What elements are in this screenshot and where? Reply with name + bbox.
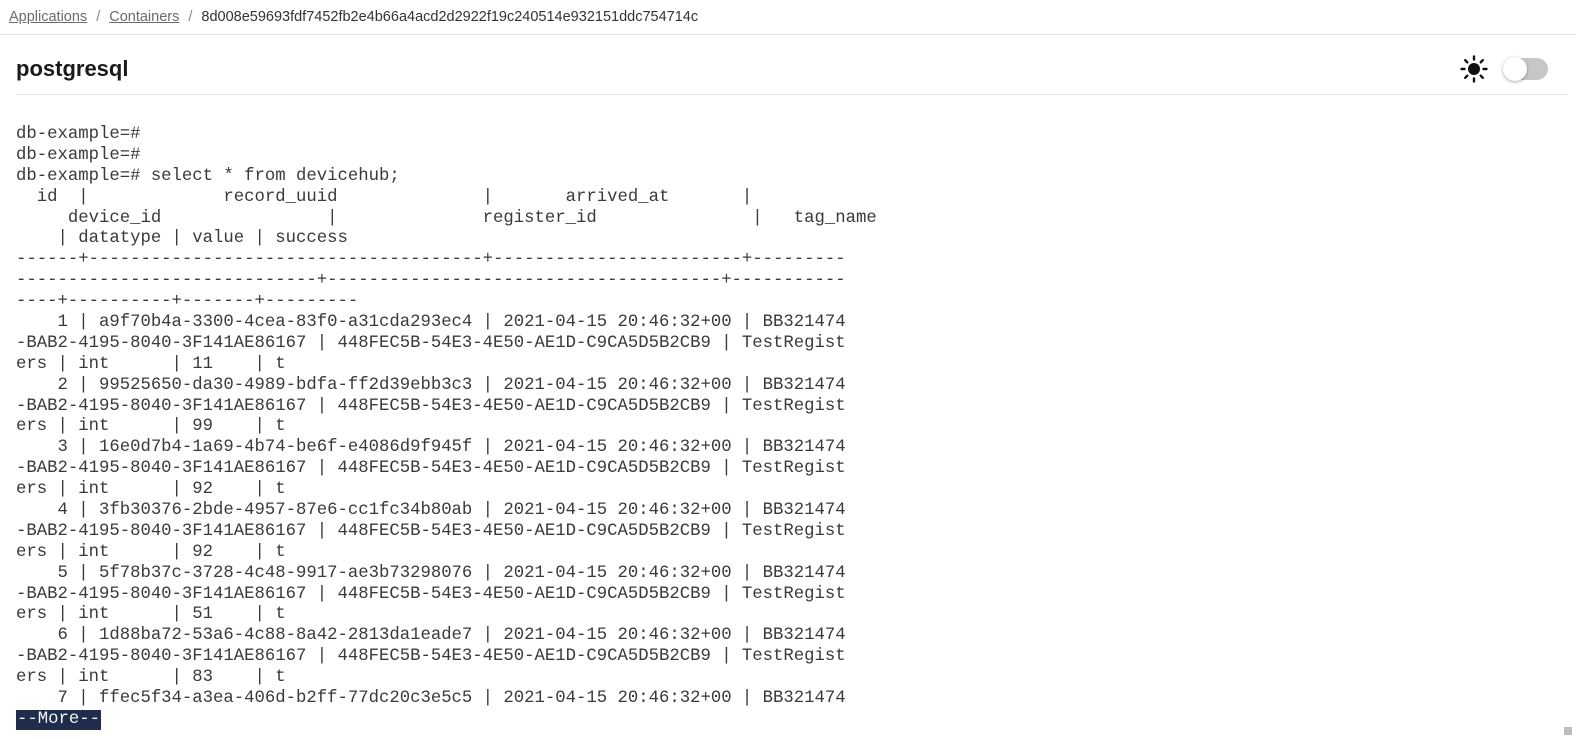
breadcrumb-link-containers[interactable]: Containers xyxy=(109,9,179,25)
terminal-line: db-example=# xyxy=(16,145,141,165)
breadcrumb-link-applications[interactable]: Applications xyxy=(9,9,87,25)
terminal-line: -BAB2-4195-8040-3F141AE86167 | 448FEC5B-… xyxy=(16,521,846,541)
terminal-line: 6 | 1d88ba72-53a6-4c88-8a42-2813da1eade7… xyxy=(16,626,846,646)
terminal-line: device_id | register_id | tag_name xyxy=(16,208,877,228)
breadcrumb-current-container-id: 8d008e59693fdf7452fb2e4b66a4acd2d2922f19… xyxy=(201,9,699,25)
terminal-line: id | record_uuid | arrived_at | xyxy=(16,187,753,207)
sun-icon xyxy=(1460,55,1488,83)
terminal-line: db-example=# select * from devicehub; xyxy=(16,166,400,186)
terminal-line: db-example=# xyxy=(16,125,141,144)
terminal-line: -BAB2-4195-8040-3F141AE86167 | 448FEC5B-… xyxy=(16,584,846,604)
terminal-line: 3 | 16e0d7b4-1a69-4b74-be6f-e4086d9f945f… xyxy=(16,438,846,458)
breadcrumb: Applications / Containers / 8d008e59693f… xyxy=(0,0,1576,35)
terminal-line: 4 | 3fb30376-2bde-4957-87e6-cc1fc34b80ab… xyxy=(16,501,846,521)
terminal-line: 1 | a9f70b4a-3300-4cea-83f0-a31cda293ec4… xyxy=(16,313,846,333)
terminal-line: ers | int | 11 | t xyxy=(16,354,286,374)
terminal-line: | datatype | value | success xyxy=(16,229,348,249)
terminal-line: 7 | ffec5f34-a3ea-406d-b2ff-77dc20c3e5c5… xyxy=(16,689,846,709)
terminal-line: ------+---------------------------------… xyxy=(16,250,846,270)
theme-toggle[interactable] xyxy=(1503,57,1548,81)
scrollbar-corner[interactable] xyxy=(1564,727,1572,735)
terminal-line: -BAB2-4195-8040-3F141AE86167 | 448FEC5B-… xyxy=(16,396,846,416)
page-header: postgresql xyxy=(16,36,1568,95)
terminal-line: ers | int | 92 | t xyxy=(16,480,286,500)
page-title: postgresql xyxy=(16,56,129,81)
theme-controls xyxy=(1460,55,1548,83)
terminal-line: ers | int | 92 | t xyxy=(16,542,286,562)
terminal-line: -----------------------------+----------… xyxy=(16,271,846,291)
more-prompt: --More-- xyxy=(16,709,101,730)
terminal-lines: db-example=# db-example=# db-example=# sel… xyxy=(16,125,1556,710)
terminal-line: -BAB2-4195-8040-3F141AE86167 | 448FEC5B-… xyxy=(16,647,846,667)
breadcrumb-separator: / xyxy=(188,9,193,25)
terminal-line: 2 | 99525650-da30-4989-bdfa-ff2d39ebb3c3… xyxy=(16,375,846,395)
terminal-line: ----+----------+-------+--------- xyxy=(16,292,359,312)
terminal-line: ers | int | 51 | t xyxy=(16,605,286,625)
theme-toggle-knob xyxy=(1503,57,1527,81)
breadcrumb-separator: / xyxy=(96,9,101,25)
terminal-line: ers | int | 83 | t xyxy=(16,668,286,688)
terminal-line: -BAB2-4195-8040-3F141AE86167 | 448FEC5B-… xyxy=(16,459,846,479)
terminal-line: -BAB2-4195-8040-3F141AE86167 | 448FEC5B-… xyxy=(16,333,846,353)
terminal-line: ers | int | 99 | t xyxy=(16,417,286,437)
terminal-line: 5 | 5f78b37c-3728-4c48-9917-ae3b73298076… xyxy=(16,563,846,583)
terminal-output[interactable]: db-example=# db-example=# db-example=# sel… xyxy=(16,125,1556,735)
